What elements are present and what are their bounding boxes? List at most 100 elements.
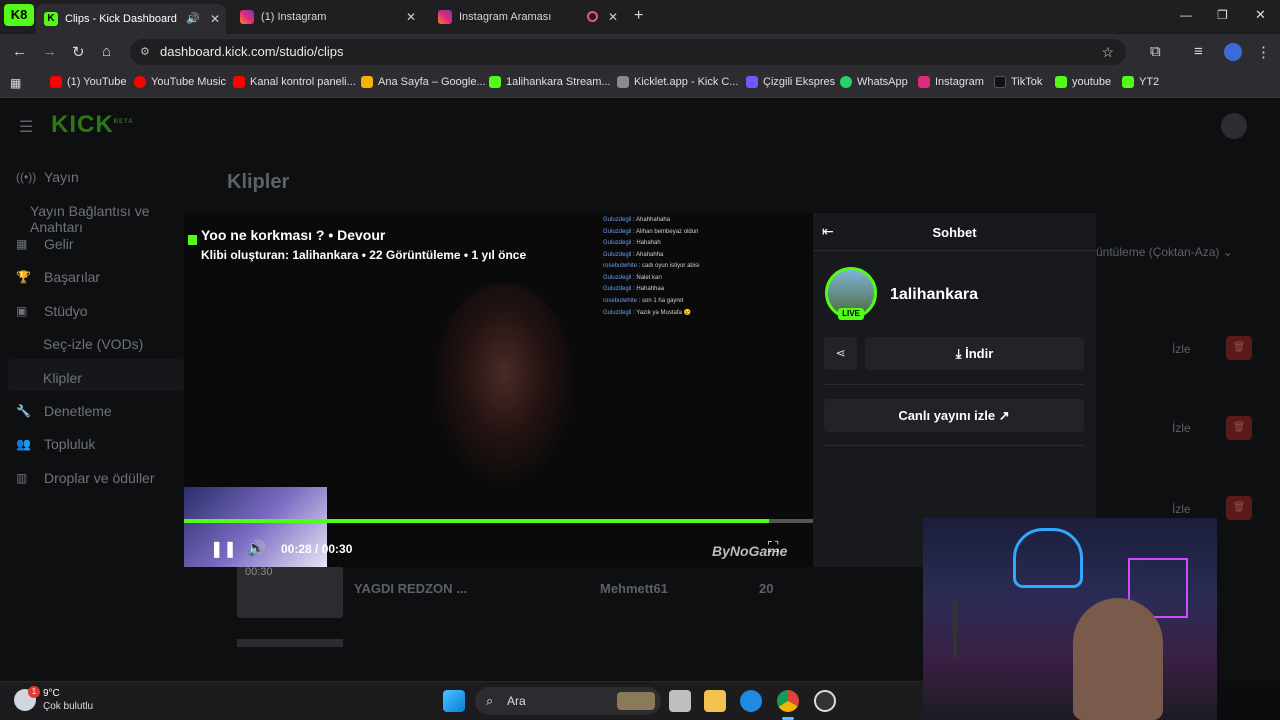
sidebar-item-denetleme[interactable]: 🔧 Denetleme (16, 403, 112, 419)
fullscreen-icon[interactable]: ⛶ (768, 539, 779, 556)
bookmark-item[interactable]: WhatsApp (840, 76, 908, 88)
restore-button[interactable]: ❐ (1217, 8, 1228, 22)
youtube-icon (233, 76, 245, 88)
tab-instagram-search[interactable]: Instagram Araması ✕ (430, 4, 624, 30)
sidebar: ((•)) Yayın Yayın Bağlantısı ve Anahtarı … (0, 99, 185, 681)
bookmark-star-icon[interactable]: ☆ (1101, 39, 1114, 65)
close-icon[interactable]: ✕ (210, 12, 220, 26)
watch-link[interactable]: İzle (1172, 502, 1191, 516)
download-icon: ⤓ (955, 346, 966, 361)
sidebar-item-topluluk[interactable]: 👥 Topluluk (16, 436, 95, 452)
bookmark-item[interactable]: TikTok (994, 76, 1042, 88)
sidebar-item-basarilar[interactable]: 🏆 Başarılar (16, 269, 100, 285)
chat-line: Guluzdegil : Ahahahha (603, 251, 664, 258)
kick-badge-icon (188, 235, 197, 245)
tab-instagram[interactable]: (1) Instagram ✕ (232, 4, 422, 30)
url-text: dashboard.kick.com/studio/clips (160, 44, 344, 59)
sidebar-item-droplar[interactable]: ▥ Droplar ve ödüller (16, 470, 155, 486)
revenue-icon: ▦ (16, 237, 28, 251)
windows-start-icon[interactable] (443, 690, 465, 712)
home-icon[interactable]: ⌂ (102, 43, 111, 60)
clip-video-player[interactable]: Yoo ne korkması ? • Devour Klibi oluştur… (184, 213, 813, 567)
chat-line: Guluzdegil : Hahahhaa (603, 286, 665, 292)
menu-icon[interactable]: ⋮ (1256, 43, 1271, 61)
tab-label: Clips - Kick Dashboard (65, 13, 177, 25)
user-avatar[interactable] (1221, 113, 1247, 139)
tab-label: Instagram Araması (459, 11, 552, 23)
bookmark-item[interactable]: Çizgili Ekspres (746, 76, 835, 88)
sidebar-item-vods[interactable]: Seç-izle (VODs) (43, 336, 143, 352)
bookmark-item[interactable]: (1) YouTube (50, 76, 127, 88)
clip-title[interactable]: YAGDI REDZON ... (354, 581, 467, 596)
download-button[interactable]: ⤓ İndir (865, 337, 1084, 370)
recording-icon (587, 11, 598, 22)
volume-icon[interactable]: 🔊 (247, 539, 266, 557)
task-view-icon[interactable] (669, 690, 691, 712)
bookmarks-bar: ▦ (1) YouTube YouTube Music Kanal kontro… (0, 70, 1280, 98)
kicklet-icon (617, 76, 629, 88)
divider (824, 384, 1084, 385)
close-window-button[interactable]: ✕ (1255, 7, 1266, 23)
back-icon[interactable]: ← (12, 43, 27, 60)
sidebar-item-yayin[interactable]: ((•)) Yayın (16, 169, 79, 185)
bookmark-item[interactable]: YouTube Music (134, 76, 226, 88)
help-icon[interactable] (740, 690, 762, 712)
bookmark-item[interactable]: youtube (1055, 76, 1111, 88)
url-bar[interactable]: ⚙ dashboard.kick.com/studio/clips ☆ (130, 39, 1126, 65)
speaker-icon[interactable]: 🔊 (186, 12, 200, 25)
clip-meta: Klibi oluşturan: 1alihankara • 22 Görünt… (201, 248, 527, 262)
chat-header: ⇤ Sohbet (813, 213, 1096, 251)
extensions-icon[interactable]: ⧉ (1150, 43, 1161, 60)
clip-views: 20 (759, 581, 774, 596)
sidebar-item-klipler[interactable]: Klipler (43, 370, 82, 386)
chrome-icon[interactable] (777, 690, 799, 712)
delete-button[interactable]: 🗑 (1226, 496, 1252, 520)
profile-avatar[interactable] (1224, 43, 1242, 61)
channel-name[interactable]: 1alihankara (890, 286, 978, 304)
kick-icon (489, 76, 501, 88)
watch-link[interactable]: İzle (1172, 342, 1191, 356)
bookmark-item[interactable]: 1alihankara Stream... (489, 76, 611, 88)
reload-icon[interactable]: ↻ (72, 43, 85, 61)
sidebar-item-klipler-bg (8, 359, 184, 391)
address-toolbar: ← → ↻ ⌂ ⚙ dashboard.kick.com/studio/clip… (0, 34, 1280, 70)
close-icon[interactable]: ✕ (608, 10, 618, 24)
bookmark-item[interactable]: YT2 (1122, 76, 1159, 88)
clip-thumbnail[interactable] (237, 639, 343, 647)
site-info-icon[interactable]: ⚙ (140, 39, 150, 65)
file-explorer-icon[interactable] (704, 690, 726, 712)
weather-badge: 1 (28, 686, 40, 698)
delete-button[interactable]: 🗑 (1226, 416, 1252, 440)
tab-bar: K8 K Clips - Kick Dashboard 🔊 ✕ (1) Inst… (0, 0, 1280, 34)
live-badge: LIVE (838, 308, 864, 320)
share-button[interactable]: ⋖ (824, 337, 857, 370)
kick-pinned-icon[interactable]: K8 (4, 4, 34, 26)
clip-thumbnail[interactable]: 00:30 (237, 566, 343, 618)
bookmark-item[interactable]: Instagram (918, 76, 984, 88)
sidebar-item-gelir[interactable]: ▦ Gelir (16, 236, 74, 252)
yt2-folder-icon (1122, 76, 1134, 88)
minimize-button[interactable]: — (1180, 8, 1192, 22)
watch-link[interactable]: İzle (1172, 421, 1191, 435)
obs-icon[interactable] (814, 690, 836, 712)
progress-bar[interactable] (184, 519, 813, 523)
bookmark-item[interactable]: Kicklet.app - Kick C... (617, 76, 739, 88)
media-control-icon[interactable]: ≡ (1194, 43, 1203, 60)
chat-line: Guluzdegil : Alihan bembeyaz oldun (603, 228, 699, 235)
sidebar-item-studyo[interactable]: ▣ Stüdyo (16, 303, 88, 319)
apps-grid-icon[interactable]: ▦ (10, 76, 21, 90)
tab-clips[interactable]: K Clips - Kick Dashboard 🔊 ✕ (36, 4, 226, 34)
windows-taskbar: 1 9°C Çok bulutlu ⌕ Ara (0, 681, 923, 720)
google-drive-icon (361, 76, 373, 88)
bookmark-item[interactable]: Kanal kontrol paneli... (233, 76, 356, 88)
watch-live-button[interactable]: Canlı yayını izle ↗ (824, 399, 1084, 432)
delete-button[interactable]: 🗑 (1226, 336, 1252, 360)
sort-dropdown[interactable]: üntüleme (Çoktan-Aza) ⌄ (1096, 245, 1233, 259)
sidebar-item-stream-key[interactable]: Yayın Bağlantısı ve Anahtarı (30, 203, 185, 235)
new-tab-button[interactable]: + (634, 7, 643, 25)
taskbar-search[interactable]: ⌕ Ara (475, 687, 661, 715)
pause-button[interactable]: ❚❚ (210, 539, 237, 559)
close-icon[interactable]: ✕ (406, 10, 416, 24)
forward-icon[interactable]: → (42, 43, 57, 60)
bookmark-item[interactable]: Ana Sayfa – Google... (361, 76, 486, 88)
